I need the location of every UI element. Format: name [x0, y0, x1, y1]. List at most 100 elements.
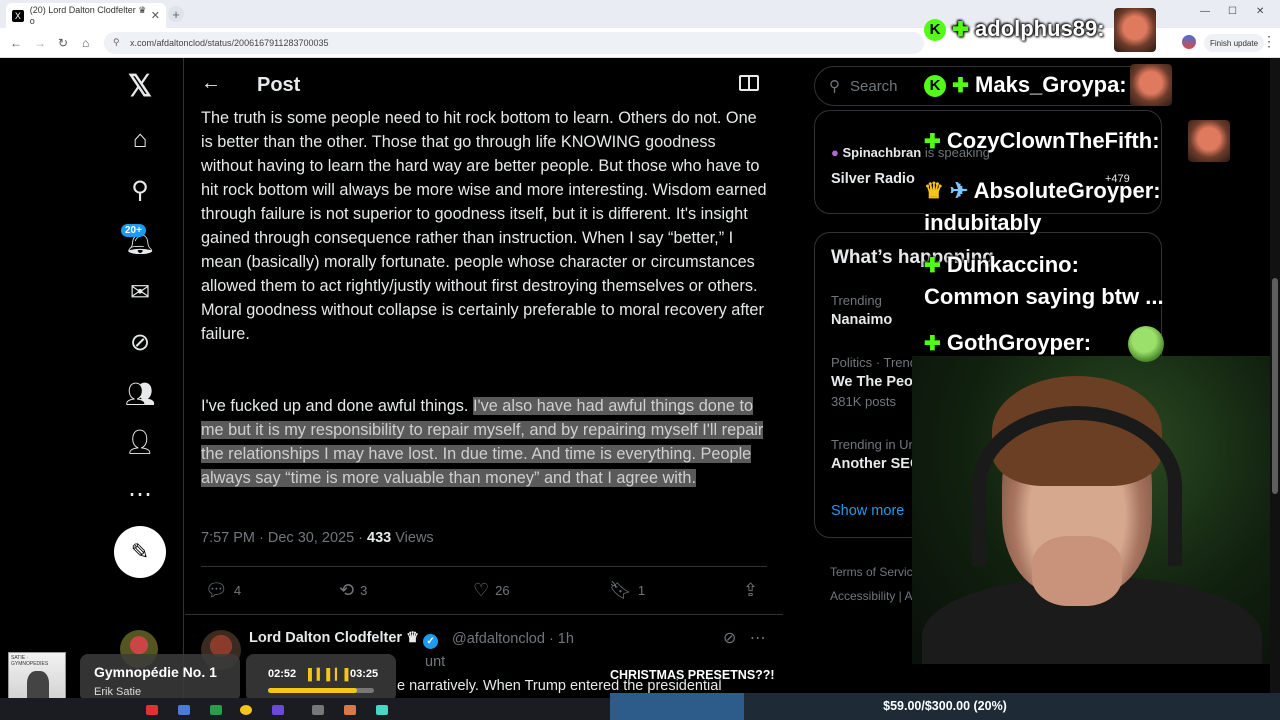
taskbar-app-icon[interactable] — [376, 705, 388, 715]
chat-message: ✚ CozyClownTheFifth: — [924, 128, 1160, 154]
repost-count: 3 — [360, 583, 368, 598]
gem-badge-icon: ✚ — [924, 131, 941, 153]
chat-text: Common saying btw ... — [924, 284, 1164, 309]
profile-icon[interactable]: 👤︎ — [124, 426, 156, 458]
donation-goal-bar: $59.00/$300.00 (20%) — [610, 693, 1280, 720]
share-button[interactable]: ⇪ — [743, 580, 758, 601]
reply-author-text: Lord Dalton Clodfelter ♛ — [249, 630, 420, 646]
profile-avatar[interactable] — [1182, 35, 1196, 49]
reply-subline: unt — [425, 654, 446, 670]
reply-button[interactable]: 💬︎ 4 — [205, 580, 241, 601]
reader-mode-icon[interactable] — [739, 75, 759, 91]
communities-icon[interactable]: 👥︎ — [124, 378, 156, 410]
like-count: 26 — [495, 583, 510, 598]
chat-message: ✚ GothGroyper: — [924, 330, 1091, 356]
track-duration: 03:25 — [350, 668, 379, 680]
chat-text: indubitably — [924, 210, 1042, 235]
bookmark-button[interactable]: 🔖︎ 1 — [609, 580, 645, 601]
x-logo-icon[interactable]: 𝕏 — [124, 70, 156, 103]
playback-progress-fill — [268, 688, 358, 693]
kick-badge-icon: K — [924, 75, 946, 97]
like-button[interactable]: ♡ 26 — [473, 580, 510, 601]
grok-icon[interactable]: ⊘ — [124, 326, 156, 358]
back-arrow-icon[interactable]: ← — [201, 72, 221, 95]
equalizer-icon: ▌▍▌▎▌ — [308, 669, 354, 681]
browser-menu-icon[interactable]: ⋮ — [1262, 33, 1276, 50]
post-paragraph-1: The truth is some people need to hit roc… — [201, 109, 767, 343]
reply-author-name[interactable]: Lord Dalton Clodfelter ♛ ✓ — [249, 630, 439, 649]
streamer-hand — [1032, 536, 1122, 606]
home-icon[interactable]: ⌂ — [82, 36, 89, 50]
chat-emote — [1188, 120, 1230, 162]
crown-badge-icon: ♛ — [924, 178, 944, 203]
views-count: 433 — [367, 530, 392, 546]
finish-update-button[interactable]: Finish update — [1204, 34, 1265, 52]
taskbar-app-icon[interactable] — [344, 705, 356, 715]
post-paragraph-2: I've fucked up and done awful things. I'… — [201, 394, 771, 490]
search-placeholder: Search — [850, 77, 898, 95]
home-icon[interactable]: ⌂ — [124, 124, 156, 156]
chat-username: CozyClownTheFifth: — [946, 128, 1160, 153]
compose-post-button[interactable]: ✎ — [114, 526, 166, 578]
playback-info: 02:52 ▌▍▌▎▌ 03:25 — [246, 654, 396, 702]
taskbar-app-icon[interactable] — [312, 705, 324, 715]
site-info-icon[interactable]: ⚲ — [113, 37, 120, 48]
playback-progress — [268, 688, 374, 693]
reply-count: 4 — [233, 583, 242, 598]
chat-message: ♛ ✈ AbsoluteGroyper: — [924, 178, 1161, 204]
sword-badge-icon: ✈ — [949, 178, 969, 203]
more-icon[interactable]: ⋯ — [750, 630, 766, 647]
taskbar-app-icon[interactable] — [272, 705, 284, 715]
scrollbar-thumb[interactable] — [1272, 278, 1278, 494]
page-title: Post — [257, 74, 301, 96]
kick-badge-icon: K — [924, 19, 946, 41]
page-scrollbar[interactable] — [1270, 58, 1280, 698]
reply-icon: 💬︎ — [205, 580, 228, 600]
show-more-link[interactable]: Show more — [831, 503, 904, 519]
forward-icon[interactable]: → — [34, 36, 46, 50]
chat-message: ✚ Dunkaccino: — [924, 252, 1079, 278]
new-tab-button[interactable]: + — [168, 6, 184, 22]
reply-actions: ⊘ ⋯ — [723, 628, 766, 648]
chrome-icon[interactable] — [240, 705, 252, 715]
chat-emote — [1130, 64, 1172, 106]
chat-message: K ✚ Maks_Groypa: — [924, 72, 1127, 98]
gem-badge-icon: ✚ — [952, 19, 969, 41]
messages-mail-icon[interactable]: ✉ — [124, 276, 156, 308]
repost-button[interactable]: ⟲ 3 — [339, 580, 367, 601]
bookmark-count: 1 — [637, 583, 646, 598]
post-timestamp[interactable]: 7:57 PM · Dec 30, 2025 · — [201, 530, 363, 546]
x-favicon-icon: X — [12, 9, 24, 22]
close-tab-icon[interactable]: ✕ — [151, 9, 160, 22]
back-icon[interactable]: ← — [10, 36, 22, 50]
browser-tab[interactable]: X (20) Lord Dalton Clodfelter ♛ o ✕ — [6, 3, 166, 28]
taskbar-app-icon[interactable] — [210, 705, 222, 715]
chat-username: Dunkaccino: — [946, 252, 1079, 277]
maximize-icon[interactable]: ☐ — [1228, 6, 1237, 17]
trend-title: Nanaimo — [831, 312, 893, 328]
divider — [201, 566, 767, 567]
trend-item[interactable]: Trending Nanaimo — [831, 293, 892, 328]
more-options-icon[interactable]: ⋯ — [124, 478, 156, 510]
divider — [185, 614, 783, 615]
url-field[interactable]: ⚲ x.com/afdaltonclod/status/200616791128… — [104, 32, 924, 54]
gem-badge-icon: ✚ — [924, 255, 941, 277]
reload-icon[interactable]: ↻ — [58, 36, 68, 50]
mic-icon: ● — [831, 145, 839, 160]
song-title: Gymnopédie No. 1 — [94, 664, 217, 680]
chat-username: Maks_Groypa: — [975, 72, 1127, 97]
taskbar-app-icon[interactable] — [178, 705, 190, 715]
notifications-badge: 20+ — [121, 224, 146, 237]
minimize-icon[interactable]: — — [1200, 6, 1210, 17]
reply-handle[interactable]: @afdaltonclod · 1h — [452, 631, 574, 647]
space-title: Silver Radio — [831, 171, 915, 187]
grok-icon[interactable]: ⊘ — [723, 630, 736, 647]
verified-badge-icon: ✓ — [423, 634, 439, 649]
song-info: Gymnopédie No. 1 Erik Satie — [80, 654, 240, 702]
left-navigation: 𝕏 ⌂ ⚲ 🔔︎ 20+ ✉ ⊘ 👥︎ 👤︎ ⋯ ✎ — [0, 58, 184, 698]
close-window-icon[interactable]: ✕ — [1256, 6, 1264, 17]
share-icon: ⇪ — [743, 580, 759, 600]
main-column: ← Post The truth is some people need to … — [185, 58, 783, 698]
explore-search-icon[interactable]: ⚲ — [124, 174, 156, 206]
taskbar-app-icon[interactable] — [146, 705, 158, 715]
